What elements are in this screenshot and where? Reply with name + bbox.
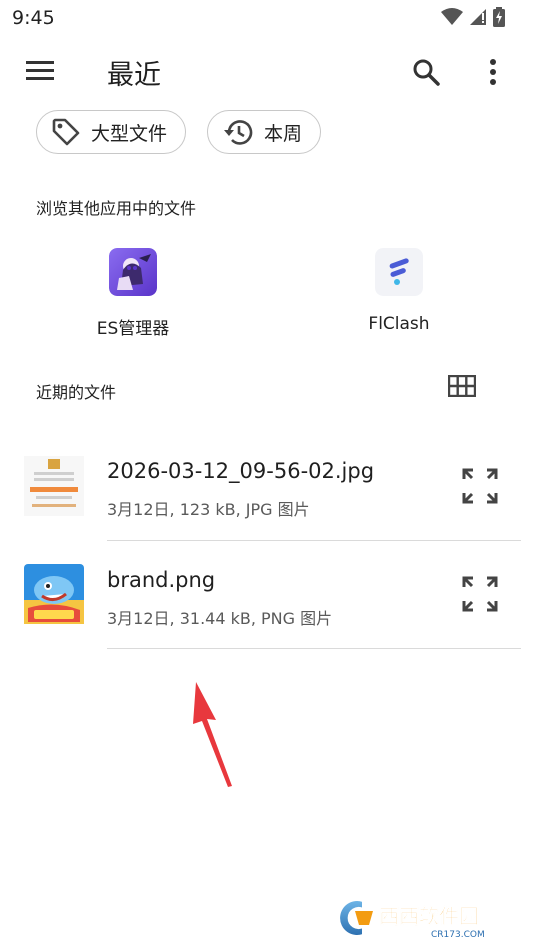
grid-view-icon (447, 374, 477, 398)
more-vert-icon (490, 59, 496, 85)
file-thumbnail (24, 456, 84, 516)
file-row[interactable]: brand.png 3月12日, 31.44 kB, PNG 图片 (0, 541, 533, 649)
page-title: 最近 (107, 60, 161, 91)
history-icon (224, 120, 253, 145)
menu-button[interactable] (22, 56, 58, 86)
flclash-app-icon (375, 248, 423, 296)
chip-this-week-label: 本周 (264, 122, 303, 145)
chip-large-files-label: 大型文件 (91, 122, 168, 145)
app-bar: 最近 (0, 44, 533, 100)
hamburger-icon (26, 61, 54, 80)
chip-this-week[interactable]: 本周 (207, 110, 322, 154)
wifi-icon (441, 8, 463, 25)
file-meta: 3月12日, 123 kB, JPG 图片 (107, 500, 310, 519)
expand-preview-button[interactable] (460, 466, 500, 506)
app-tile-flclash[interactable]: FlClash (319, 248, 479, 334)
search-icon (413, 59, 440, 86)
file-name: 2026-03-12_09-56-02.jpg (107, 459, 375, 483)
watermark-logo: 西西软件园 CR173.COM (333, 895, 513, 941)
battery-icon (493, 7, 505, 27)
app-tile-es[interactable]: ES管理器 (53, 248, 213, 339)
expand-icon (462, 468, 498, 504)
status-icons (441, 7, 505, 27)
recent-section-label: 近期的文件 (36, 383, 117, 402)
app-name-flclash: FlClash (368, 314, 430, 334)
chip-large-files[interactable]: 大型文件 (36, 110, 187, 154)
status-bar: 9:45 (0, 0, 533, 36)
signal-icon (470, 9, 486, 25)
es-app-icon (109, 248, 157, 296)
file-name: brand.png (107, 568, 216, 592)
divider (107, 648, 521, 649)
watermark-subtext: CR173.COM (431, 930, 485, 940)
grid-view-button[interactable] (447, 374, 478, 403)
tag-icon (52, 118, 80, 146)
app-name-es: ES管理器 (96, 319, 170, 339)
expand-preview-button[interactable] (460, 574, 500, 614)
status-time: 9:45 (12, 7, 55, 29)
annotation-arrow-icon (193, 682, 232, 787)
watermark-text: 西西软件园 (379, 904, 479, 928)
file-thumbnail (24, 564, 84, 624)
more-options-button[interactable] (478, 54, 508, 90)
search-button[interactable] (408, 54, 444, 90)
file-meta: 3月12日, 31.44 kB, PNG 图片 (107, 609, 333, 628)
expand-icon (462, 576, 498, 612)
file-row[interactable]: 2026-03-12_09-56-02.jpg 3月12日, 123 kB, J… (0, 432, 533, 540)
browse-section-label: 浏览其他应用中的文件 (36, 199, 197, 218)
